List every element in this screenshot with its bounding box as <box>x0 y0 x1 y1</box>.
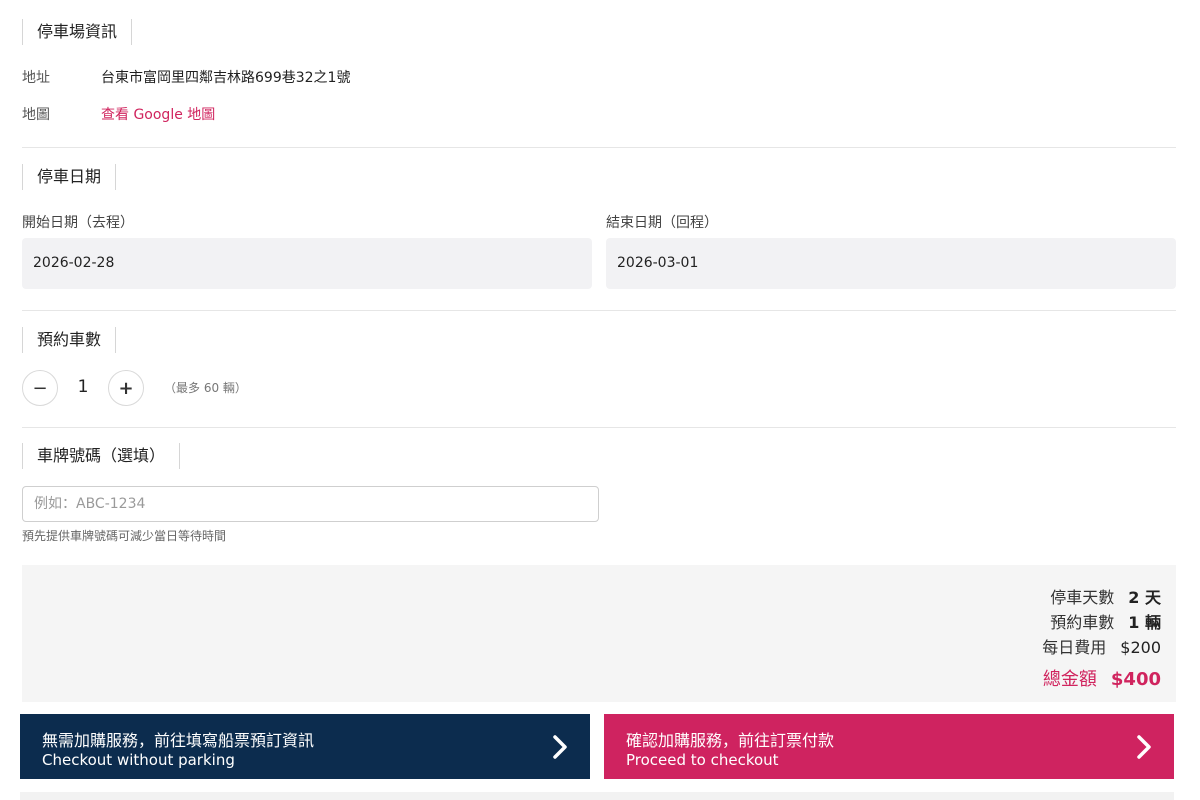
map-label: 地圖 <box>22 107 50 123</box>
parking-info-title: 停車場資訊 <box>22 19 133 45</box>
vehicle-count-hint: （最多 60 輛） <box>164 381 247 395</box>
parking-dates-title: 停車日期 <box>22 164 117 190</box>
summary-daily-fee-label: 每日費用 <box>1042 638 1107 657</box>
start-date-label: 開始日期（去程） <box>22 215 134 231</box>
minus-icon: − <box>32 377 48 399</box>
summary-days-value: 2 天 <box>1128 588 1161 607</box>
plate-input[interactable] <box>22 486 599 522</box>
summary-daily-fee-row: 每日費用 $200 <box>1042 634 1161 658</box>
chevron-right-icon <box>553 735 567 759</box>
increment-button[interactable]: + <box>108 370 144 406</box>
chevron-right-icon <box>1137 735 1151 759</box>
summary-days-row: 停車天數 2 天 <box>1050 584 1161 608</box>
vehicle-count-value: 1 <box>77 377 89 397</box>
divider <box>22 310 1176 311</box>
proceed-to-checkout-label: 確認加購服務，前往訂票付款 <box>626 731 835 750</box>
price-summary: 停車天數 2 天 預約車數 1 輛 每日費用 $200 總金額 $400 <box>22 565 1176 702</box>
plate-hint: 預先提供車牌號碼可減少當日等待時間 <box>22 529 227 543</box>
summary-vehicles-label: 預約車數 <box>1050 613 1115 632</box>
bottom-strip <box>20 792 1174 800</box>
decrement-button[interactable]: − <box>22 370 58 406</box>
summary-total-label: 總金額 <box>1042 669 1097 690</box>
end-date-label: 結束日期（回程） <box>606 215 718 231</box>
checkout-without-parking-sublabel: Checkout without parking <box>42 751 235 769</box>
summary-daily-fee-value: $200 <box>1120 638 1161 657</box>
plate-title: 車牌號碼（選填） <box>22 443 181 469</box>
start-date-field[interactable]: 2026-02-28 <box>22 238 592 289</box>
checkout-without-parking-button[interactable]: 無需加購服務，前往填寫船票預訂資訊 Checkout without parki… <box>20 714 590 779</box>
plus-icon: + <box>118 377 134 399</box>
summary-days-label: 停車天數 <box>1050 588 1115 607</box>
divider <box>22 147 1176 148</box>
proceed-to-checkout-sublabel: Proceed to checkout <box>626 751 779 769</box>
google-map-link[interactable]: 查看 Google 地圖 <box>101 104 215 124</box>
address-label: 地址 <box>22 70 50 86</box>
summary-total-row: 總金額 $400 <box>1043 665 1161 691</box>
end-date-field[interactable]: 2026-03-01 <box>606 238 1176 289</box>
proceed-to-checkout-button[interactable]: 確認加購服務，前往訂票付款 Proceed to checkout <box>604 714 1174 779</box>
vehicle-count-title: 預約車數 <box>22 327 117 353</box>
divider <box>22 427 1176 428</box>
address-value: 台東市富岡里四鄰吉林路699巷32之1號 <box>101 70 351 86</box>
summary-total-value: $400 <box>1110 669 1161 690</box>
summary-vehicles-row: 預約車數 1 輛 <box>1050 609 1161 633</box>
checkout-without-parking-label: 無需加購服務，前往填寫船票預訂資訊 <box>42 731 315 750</box>
summary-vehicles-value: 1 輛 <box>1128 613 1161 632</box>
